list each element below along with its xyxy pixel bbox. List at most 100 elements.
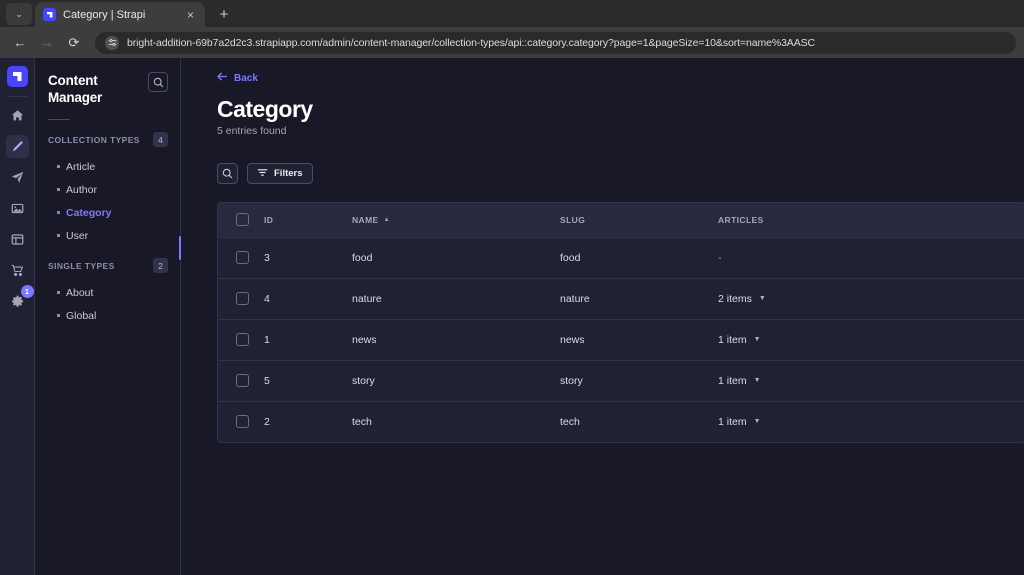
strapi-logo-icon[interactable] xyxy=(6,66,28,87)
bullet-icon xyxy=(57,234,60,237)
media-library-icon[interactable] xyxy=(6,197,29,220)
column-header-name[interactable]: NAME ▲ xyxy=(352,203,560,237)
articles-value: 2 items xyxy=(718,292,752,305)
plugins-send-icon[interactable] xyxy=(6,166,29,189)
cell-id: 1 xyxy=(264,333,270,346)
search-icon[interactable] xyxy=(217,163,238,184)
entries-table-card: ID NAME ▲ SLUG ARTICLES 3 food food - 4 … xyxy=(217,202,1024,443)
rail-divider xyxy=(6,96,28,97)
sidebar-item-label: User xyxy=(66,229,89,242)
column-label: SLUG xyxy=(560,214,586,225)
row-select-cell xyxy=(218,237,264,278)
cell-slug: food xyxy=(560,251,581,264)
row-checkbox[interactable] xyxy=(236,292,249,305)
cell-slug: news xyxy=(560,333,585,346)
column-label: ID xyxy=(264,214,274,225)
group-count-badge: 2 xyxy=(153,258,168,273)
bullet-icon xyxy=(57,211,60,214)
cell-id: 3 xyxy=(264,251,270,264)
browser-tab[interactable]: Category | Strapi × xyxy=(35,2,205,27)
marketplace-cart-icon[interactable] xyxy=(6,259,29,282)
tab-list-chevron-icon[interactable]: ⌄ xyxy=(6,3,32,25)
group-label: COLLECTION TYPES xyxy=(48,134,140,145)
back-link[interactable]: Back xyxy=(217,72,1024,84)
reload-icon[interactable]: ⟳ xyxy=(62,31,86,55)
group-label: SINGLE TYPES xyxy=(48,260,115,271)
select-all-header xyxy=(218,203,264,237)
arrow-left-icon xyxy=(217,72,228,84)
sidebar-item-article[interactable]: Article xyxy=(35,155,180,178)
row-checkbox[interactable] xyxy=(236,415,249,429)
articles-value: 1 item xyxy=(718,374,747,387)
home-icon[interactable] xyxy=(6,104,29,127)
sort-ascending-icon[interactable]: ▲ xyxy=(384,217,390,223)
chevron-down-icon[interactable]: ▼ xyxy=(754,377,761,384)
cell-slug: nature xyxy=(560,292,590,305)
group-count-badge: 4 xyxy=(153,132,168,147)
row-checkbox[interactable] xyxy=(236,251,249,264)
column-header-articles[interactable]: ARTICLES xyxy=(718,203,1024,237)
articles-value: 1 item xyxy=(718,333,747,346)
cell-name: news xyxy=(352,333,377,346)
sidebar-item-label: Author xyxy=(66,183,97,196)
tune-icon[interactable] xyxy=(105,35,119,50)
cell-name: story xyxy=(352,374,375,387)
articles-value: - xyxy=(718,251,722,264)
browser-window: ⌄ Category | Strapi × + ← → ⟳ bright-add… xyxy=(0,0,1024,575)
forward-icon[interactable]: → xyxy=(35,31,59,55)
sidebar-item-label: Category xyxy=(66,206,112,219)
filter-icon xyxy=(257,168,268,180)
select-all-checkbox[interactable] xyxy=(236,213,249,227)
browser-tab-strip: ⌄ Category | Strapi × + xyxy=(0,0,1024,27)
new-tab-button[interactable]: + xyxy=(212,2,236,26)
cell-articles: - xyxy=(718,237,1024,278)
sidebar-item-user[interactable]: User xyxy=(35,224,180,247)
table-row[interactable]: 1 news news 1 item ▼ xyxy=(218,319,1024,360)
column-header-id[interactable]: ID xyxy=(264,203,352,237)
table-row[interactable]: 2 tech tech 1 item ▼ xyxy=(218,401,1024,442)
sidebar-item-label: About xyxy=(66,286,94,299)
content-type-builder-icon[interactable] xyxy=(6,228,29,251)
content-manager-pen-icon[interactable] xyxy=(5,135,29,158)
table-row[interactable]: 4 nature nature 2 items ▼ xyxy=(218,278,1024,319)
row-select-cell xyxy=(218,360,264,401)
sidebar-item-category[interactable]: Category xyxy=(35,201,180,224)
main-content: Back Category 5 entries found Filters ID… xyxy=(181,58,1024,575)
sidebar-header: Content Manager xyxy=(35,72,180,106)
back-icon[interactable]: ← xyxy=(8,31,32,55)
column-header-slug[interactable]: SLUG xyxy=(560,203,718,237)
sidebar-item-global[interactable]: Global xyxy=(35,304,180,327)
close-icon[interactable]: × xyxy=(184,9,197,21)
row-checkbox[interactable] xyxy=(236,333,249,346)
page-title: Category xyxy=(217,96,313,122)
bullet-icon xyxy=(57,314,60,317)
sidebar-title: Content Manager xyxy=(48,73,103,105)
url-text: bright-addition-69b7a2d2c3.strapiapp.com… xyxy=(127,36,815,49)
chevron-down-icon[interactable]: ▼ xyxy=(759,295,766,302)
sidebar-item-label: Global xyxy=(66,309,97,322)
browser-toolbar: ← → ⟳ bright-addition-69b7a2d2c3.strapia… xyxy=(0,27,1024,58)
settings-gear-icon[interactable]: 1 xyxy=(6,285,34,313)
entries-count: 5 entries found xyxy=(217,125,287,137)
chevron-down-icon[interactable]: ▼ xyxy=(754,418,761,425)
sidebar-item-about[interactable]: About xyxy=(35,281,180,304)
row-select-cell xyxy=(218,278,264,319)
main-nav-rail: 1 xyxy=(0,58,35,575)
sidebar-divider xyxy=(48,119,70,120)
cell-articles: 1 item ▼ xyxy=(718,319,1024,360)
row-select-cell xyxy=(218,319,264,360)
sidebar-item-author[interactable]: Author xyxy=(35,178,180,201)
filters-button[interactable]: Filters xyxy=(247,163,313,184)
strapi-logo-icon xyxy=(43,8,56,21)
table-row[interactable]: 5 story story 1 item ▼ xyxy=(218,360,1024,401)
bullet-icon xyxy=(57,291,60,294)
cell-id: 5 xyxy=(264,374,270,387)
chevron-down-icon[interactable]: ▼ xyxy=(754,336,761,343)
row-checkbox[interactable] xyxy=(236,374,249,387)
address-bar[interactable]: bright-addition-69b7a2d2c3.strapiapp.com… xyxy=(95,31,1016,54)
filters-label: Filters xyxy=(274,168,303,179)
table-row[interactable]: 3 food food - xyxy=(218,237,1024,278)
cell-slug: story xyxy=(560,374,583,387)
cell-articles: 1 item ▼ xyxy=(718,401,1024,442)
search-icon[interactable] xyxy=(148,72,168,92)
